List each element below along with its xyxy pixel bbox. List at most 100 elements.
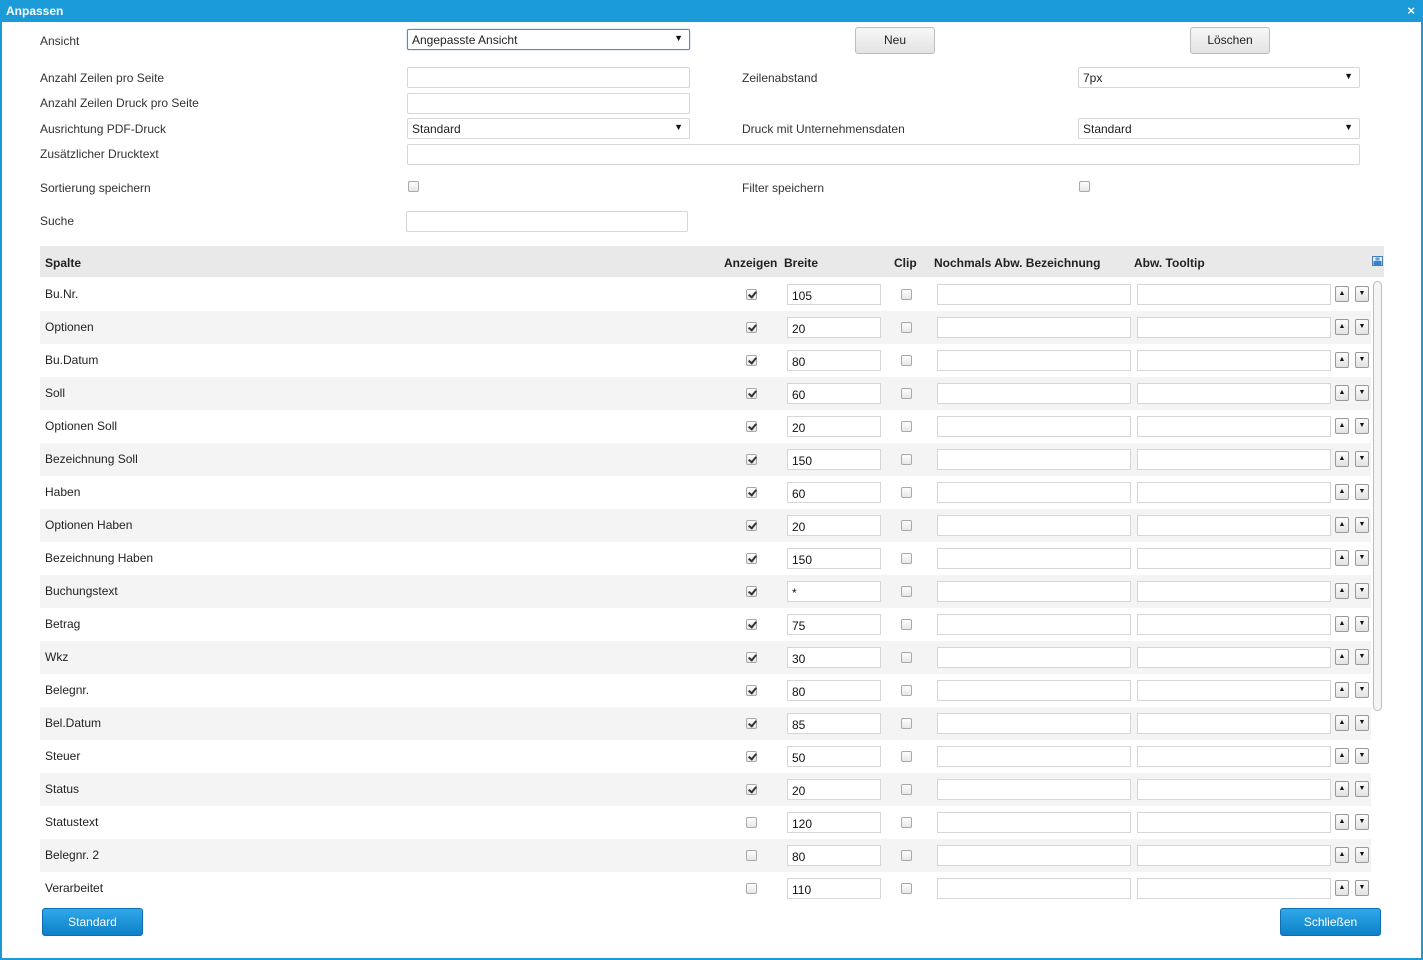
column-width-input[interactable]: 150 <box>787 548 881 569</box>
show-column-checkbox[interactable] <box>746 553 757 564</box>
clip-checkbox[interactable] <box>901 487 912 498</box>
company-data-print-select[interactable]: Standard ▼ <box>1078 118 1360 139</box>
clip-checkbox[interactable] <box>901 883 912 894</box>
column-width-input[interactable]: 80 <box>787 350 881 371</box>
alt-label-input[interactable] <box>937 449 1131 470</box>
column-width-input[interactable]: 20 <box>787 779 881 800</box>
clip-checkbox[interactable] <box>901 520 912 531</box>
alt-label-input[interactable] <box>937 284 1131 305</box>
grid-scrollbar-thumb[interactable] <box>1373 281 1382 711</box>
alt-tooltip-input[interactable] <box>1137 878 1331 899</box>
clip-checkbox[interactable] <box>901 850 912 861</box>
clip-checkbox[interactable] <box>901 751 912 762</box>
clip-checkbox[interactable] <box>901 355 912 366</box>
show-column-checkbox[interactable] <box>746 718 757 729</box>
show-column-checkbox[interactable] <box>746 850 757 861</box>
move-up-icon[interactable]: ▲ <box>1335 517 1349 533</box>
alt-tooltip-input[interactable] <box>1137 812 1331 833</box>
move-up-icon[interactable]: ▲ <box>1335 814 1349 830</box>
clip-checkbox[interactable] <box>901 718 912 729</box>
move-down-icon[interactable]: ▼ <box>1355 352 1369 368</box>
move-up-icon[interactable]: ▲ <box>1335 616 1349 632</box>
move-down-icon[interactable]: ▼ <box>1355 583 1369 599</box>
alt-label-input[interactable] <box>937 812 1131 833</box>
alt-tooltip-input[interactable] <box>1137 383 1331 404</box>
show-column-checkbox[interactable] <box>746 586 757 597</box>
column-width-input[interactable]: 85 <box>787 713 881 734</box>
clip-checkbox[interactable] <box>901 817 912 828</box>
move-down-icon[interactable]: ▼ <box>1355 286 1369 302</box>
alt-label-input[interactable] <box>937 482 1131 503</box>
alt-tooltip-input[interactable] <box>1137 515 1331 536</box>
header-clip[interactable]: Clip <box>894 256 917 270</box>
search-input[interactable] <box>406 211 688 232</box>
alt-tooltip-input[interactable] <box>1137 614 1331 635</box>
clip-checkbox[interactable] <box>901 619 912 630</box>
alt-label-input[interactable] <box>937 548 1131 569</box>
move-up-icon[interactable]: ▲ <box>1335 649 1349 665</box>
column-width-input[interactable]: * <box>787 581 881 602</box>
column-width-input[interactable]: 80 <box>787 680 881 701</box>
alt-tooltip-input[interactable] <box>1137 317 1331 338</box>
clip-checkbox[interactable] <box>901 652 912 663</box>
column-width-input[interactable]: 20 <box>787 416 881 437</box>
alt-tooltip-input[interactable] <box>1137 845 1331 866</box>
column-width-input[interactable]: 30 <box>787 647 881 668</box>
move-up-icon[interactable]: ▲ <box>1335 286 1349 302</box>
grid-scrollbar[interactable] <box>1372 278 1384 905</box>
show-column-checkbox[interactable] <box>746 619 757 630</box>
clip-checkbox[interactable] <box>901 454 912 465</box>
show-column-checkbox[interactable] <box>746 454 757 465</box>
move-up-icon[interactable]: ▲ <box>1335 781 1349 797</box>
alt-tooltip-input[interactable] <box>1137 647 1331 668</box>
move-up-icon[interactable]: ▲ <box>1335 319 1349 335</box>
alt-label-input[interactable] <box>937 779 1131 800</box>
move-down-icon[interactable]: ▼ <box>1355 616 1369 632</box>
move-up-icon[interactable]: ▲ <box>1335 583 1349 599</box>
move-down-icon[interactable]: ▼ <box>1355 451 1369 467</box>
show-column-checkbox[interactable] <box>746 388 757 399</box>
show-column-checkbox[interactable] <box>746 355 757 366</box>
move-down-icon[interactable]: ▼ <box>1355 517 1369 533</box>
header-show[interactable]: Anzeigen <box>724 256 777 270</box>
extra-print-text-input[interactable] <box>407 144 1360 165</box>
alt-tooltip-input[interactable] <box>1137 350 1331 371</box>
move-down-icon[interactable]: ▼ <box>1355 880 1369 896</box>
move-up-icon[interactable]: ▲ <box>1335 451 1349 467</box>
clip-checkbox[interactable] <box>901 784 912 795</box>
new-view-button[interactable]: Neu <box>855 27 935 54</box>
show-column-checkbox[interactable] <box>746 487 757 498</box>
column-width-input[interactable]: 150 <box>787 449 881 470</box>
close-icon[interactable]: × <box>1407 3 1415 18</box>
show-column-checkbox[interactable] <box>746 652 757 663</box>
column-width-input[interactable]: 60 <box>787 482 881 503</box>
alt-label-input[interactable] <box>937 878 1131 899</box>
clip-checkbox[interactable] <box>901 388 912 399</box>
pdf-orientation-select[interactable]: Standard ▼ <box>407 118 690 139</box>
alt-label-input[interactable] <box>937 515 1131 536</box>
move-down-icon[interactable]: ▼ <box>1355 682 1369 698</box>
move-up-icon[interactable]: ▲ <box>1335 715 1349 731</box>
move-up-icon[interactable]: ▲ <box>1335 385 1349 401</box>
column-width-input[interactable]: 120 <box>787 812 881 833</box>
show-column-checkbox[interactable] <box>746 520 757 531</box>
show-column-checkbox[interactable] <box>746 322 757 333</box>
move-up-icon[interactable]: ▲ <box>1335 484 1349 500</box>
show-column-checkbox[interactable] <box>746 421 757 432</box>
move-down-icon[interactable]: ▼ <box>1355 847 1369 863</box>
alt-tooltip-input[interactable] <box>1137 680 1331 701</box>
alt-label-input[interactable] <box>937 680 1131 701</box>
move-up-icon[interactable]: ▲ <box>1335 748 1349 764</box>
move-down-icon[interactable]: ▼ <box>1355 748 1369 764</box>
alt-label-input[interactable] <box>937 614 1131 635</box>
alt-label-input[interactable] <box>937 581 1131 602</box>
alt-tooltip-input[interactable] <box>1137 581 1331 602</box>
move-down-icon[interactable]: ▼ <box>1355 550 1369 566</box>
alt-label-input[interactable] <box>937 647 1131 668</box>
clip-checkbox[interactable] <box>901 421 912 432</box>
alt-label-input[interactable] <box>937 746 1131 767</box>
save-filter-checkbox[interactable] <box>1079 181 1090 192</box>
move-up-icon[interactable]: ▲ <box>1335 352 1349 368</box>
alt-tooltip-input[interactable] <box>1137 482 1331 503</box>
alt-tooltip-input[interactable] <box>1137 449 1331 470</box>
